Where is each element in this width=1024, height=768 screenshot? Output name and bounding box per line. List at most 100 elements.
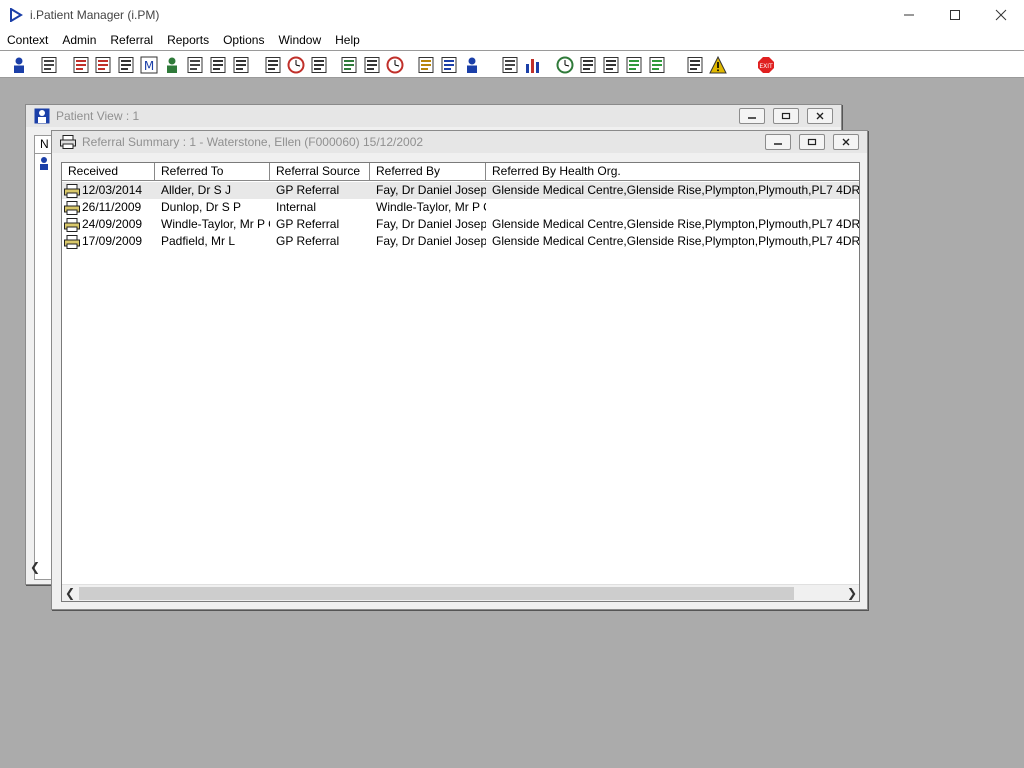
flag-alt-icon — [232, 56, 250, 74]
maximize-button[interactable] — [932, 0, 978, 30]
arrow-green-alt-icon — [648, 56, 666, 74]
cell-referred-by: Fay, Dr Daniel Joseph — [376, 183, 486, 197]
window-controls — [886, 0, 1024, 30]
cell-referred-by: Fay, Dr Daniel Joseph — [376, 234, 486, 248]
book-icon — [72, 56, 90, 74]
note-yellow-toolbar-button[interactable] — [415, 54, 437, 76]
menu-referral[interactable]: Referral — [103, 30, 160, 50]
scroll-left-arrow[interactable]: ❮ — [65, 586, 75, 600]
letter-m-toolbar-button[interactable]: M — [138, 54, 160, 76]
flag-toolbar-button[interactable] — [207, 54, 229, 76]
referral-summary-window[interactable]: Referral Summary : 1 - Waterstone, Ellen… — [51, 130, 868, 610]
doctor-toolbar-button[interactable] — [161, 54, 183, 76]
referral-summary-title: Referral Summary : 1 - Waterstone, Ellen… — [82, 135, 424, 149]
magnify-toolbar-button[interactable] — [262, 54, 284, 76]
grid-header: Received Referred To Referral Source Referr… — [62, 163, 859, 181]
cell-health-org: Glenside Medical Centre,Glenside Rise,Pl… — [492, 234, 860, 248]
patient-view-titlebar[interactable]: Patient View : 1 — [26, 105, 841, 127]
column-header-referral-source[interactable]: Referral Source — [270, 163, 370, 181]
table-row[interactable]: 17/09/2009 Padfield, Mr L GP Referral Fay, … — [62, 233, 860, 250]
received-date: 24/09/2009 — [82, 217, 143, 231]
doctor-icon — [163, 56, 181, 74]
swap-toolbar-button[interactable] — [684, 54, 706, 76]
column-header-referred-to[interactable]: Referred To — [155, 163, 270, 181]
check-down-icon — [602, 56, 620, 74]
pv-restore-button[interactable] — [773, 108, 799, 124]
gauge-toolbar-button[interactable] — [384, 54, 406, 76]
table-row[interactable]: 26/11/2009 Dunlop, Dr S P Internal Windle-T… — [62, 199, 859, 216]
form-toolbar-button[interactable] — [361, 54, 383, 76]
cell-referred-by: Windle-Taylor, Mr P C — [376, 200, 486, 214]
pv-minimize-button[interactable] — [739, 108, 765, 124]
menu-admin[interactable]: Admin — [55, 30, 103, 50]
app-logo-icon — [8, 7, 24, 23]
cell-source: GP Referral — [276, 234, 340, 248]
warning-toolbar-button[interactable] — [707, 54, 729, 76]
patient-toolbar-button[interactable] — [8, 54, 30, 76]
notes-toolbar-button[interactable] — [184, 54, 206, 76]
close-button[interactable] — [978, 0, 1024, 30]
patient-icon — [34, 108, 50, 124]
referral-grid[interactable]: Received Referred To Referral Source Referr… — [61, 162, 860, 602]
book-toolbar-button[interactable] — [70, 54, 92, 76]
cell-source: Internal — [276, 200, 317, 214]
printer-toolbar-button[interactable] — [38, 54, 60, 76]
app-title: i.Patient Manager (i.PM) — [30, 8, 160, 22]
patient-icon — [10, 56, 28, 74]
document-edit-toolbar-button[interactable] — [92, 54, 114, 76]
list-toolbar-button[interactable] — [308, 54, 330, 76]
arrow-green-alt-toolbar-button[interactable] — [646, 54, 668, 76]
app-titlebar: i.Patient Manager (i.PM) — [0, 0, 1024, 30]
menu-context[interactable]: Context — [0, 30, 55, 50]
exit-toolbar-button[interactable]: EXIT — [755, 54, 777, 76]
received-date: 12/03/2014 — [82, 183, 143, 197]
menu-window[interactable]: Window — [271, 30, 328, 50]
menu-bar: Context Admin Referral Reports Options Window… — [0, 30, 1024, 50]
minimize-button[interactable] — [886, 0, 932, 30]
horizontal-scrollbar[interactable]: ❮ ❯ — [62, 584, 859, 601]
column-header-received[interactable]: Received — [62, 163, 155, 181]
referral-summary-titlebar[interactable]: Referral Summary : 1 - Waterstone, Ellen… — [52, 131, 867, 153]
cell-referred-to: Windle-Taylor, Mr P C — [161, 217, 270, 231]
bed-toolbar-button[interactable] — [438, 54, 460, 76]
grid-rows: 12/03/2014 Allder, Dr S J GP Referral Fay, … — [62, 182, 860, 250]
pv-scroll-left-arrow[interactable]: ❮ — [30, 560, 40, 574]
nurse-icon — [463, 56, 481, 74]
menu-options[interactable]: Options — [216, 30, 271, 50]
cell-received: 24/09/2009 — [62, 216, 155, 233]
column-header-referred-by-health-org[interactable]: Referred By Health Org. — [486, 163, 859, 181]
rs-close-button[interactable] — [833, 134, 859, 150]
table-row[interactable]: 24/09/2009 Windle-Taylor, Mr P C GP Referr… — [62, 216, 859, 233]
printer-icon — [64, 217, 80, 232]
search-record-toolbar-button[interactable] — [115, 54, 137, 76]
scroll-right-arrow[interactable]: ❯ — [847, 586, 857, 600]
flag-alt-toolbar-button[interactable] — [230, 54, 252, 76]
table-row[interactable]: 12/03/2014 Allder, Dr S J GP Referral Fay, … — [62, 182, 860, 199]
patient-row-icon — [37, 156, 51, 173]
globe-icon — [556, 56, 574, 74]
cell-referred-to: Dunlop, Dr S P — [161, 200, 242, 214]
printer-icon — [64, 183, 80, 198]
page-toolbar-button[interactable] — [499, 54, 521, 76]
clock-toolbar-button[interactable] — [285, 54, 307, 76]
screen-toolbar-button[interactable] — [338, 54, 360, 76]
globe-toolbar-button[interactable] — [554, 54, 576, 76]
column-header-referred-by[interactable]: Referred By — [370, 163, 486, 181]
clock-icon — [287, 56, 305, 74]
cell-received: 26/11/2009 — [62, 199, 155, 216]
nurse-toolbar-button[interactable] — [461, 54, 483, 76]
menu-reports[interactable]: Reports — [160, 30, 216, 50]
pv-close-button[interactable] — [807, 108, 833, 124]
cell-health-org: Glenside Medical Centre,Glenside Rise,Pl… — [492, 183, 860, 197]
arrow-green-toolbar-button[interactable] — [623, 54, 645, 76]
bar-chart-toolbar-button[interactable] — [522, 54, 544, 76]
rs-restore-button[interactable] — [799, 134, 825, 150]
check-down-toolbar-button[interactable] — [600, 54, 622, 76]
cell-referred-by: Fay, Dr Daniel Joseph — [376, 217, 486, 231]
letter-m-icon: M — [140, 56, 158, 74]
scroll-thumb[interactable] — [79, 587, 794, 600]
check-list-icon — [579, 56, 597, 74]
check-list-toolbar-button[interactable] — [577, 54, 599, 76]
menu-help[interactable]: Help — [328, 30, 367, 50]
rs-minimize-button[interactable] — [765, 134, 791, 150]
